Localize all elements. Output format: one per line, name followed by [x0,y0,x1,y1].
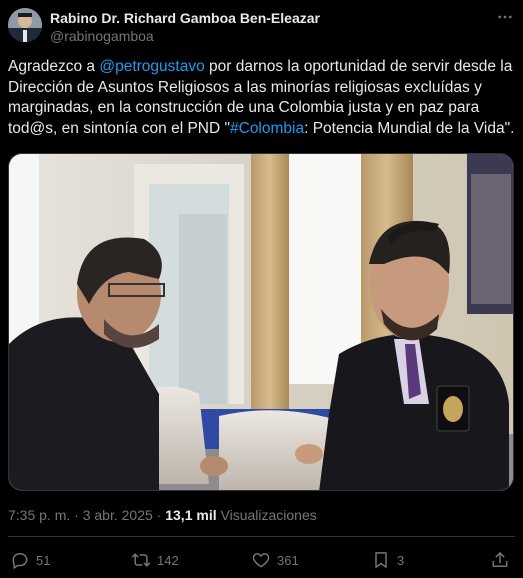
heart-icon [252,553,270,568]
retweet-button[interactable]: 142 [131,549,179,571]
more-options-button[interactable] [493,6,517,28]
retweet-count: 142 [157,552,179,568]
more-horizontal-icon [498,15,512,19]
tweet-card: Rabino Dr. Richard Gamboa Ben-Eleazar @r… [0,0,523,578]
reply-button[interactable]: 51 [10,549,50,571]
bookmark-icon [375,552,387,568]
tweet-text: Agradezco a @petrogustavo por darnos la … [8,57,518,139]
reply-icon [12,553,28,569]
share-icon [492,552,508,567]
divider [8,536,515,537]
mention-link[interactable]: @petrogustavo [99,58,204,75]
author-handle[interactable]: @rabinogamboa [50,28,154,44]
like-button[interactable]: 361 [251,549,299,571]
photo-illustration [9,154,513,490]
tweet-date[interactable]: 3 abr. 2025 [83,507,153,523]
retweet-icon [131,553,151,567]
meta-separator: · [152,507,166,523]
meta-separator: · [70,507,83,523]
tweet-meta: 7:35 p. m. · 3 abr. 2025 · 13,1 mil Visu… [8,507,317,523]
bookmark-button[interactable]: 3 [371,549,404,571]
tweet-text-part: : Potencia Mundial de la Vida". [304,119,515,137]
views-label: Visualizaciones [216,507,317,523]
avatar[interactable] [8,8,42,42]
reply-count: 51 [36,552,51,568]
bookmark-count: 3 [397,552,405,568]
author-name[interactable]: Rabino Dr. Richard Gamboa Ben-Eleazar [50,10,320,26]
like-count: 361 [277,552,299,568]
hashtag-link[interactable]: #Colombia [230,120,304,137]
tweet-text-part: Agradezco a [8,58,100,75]
views-count: 13,1 mil [165,507,217,523]
tweet-photo[interactable] [8,153,514,491]
tweet-time[interactable]: 7:35 p. m. [8,507,70,523]
avatar-image [8,8,42,42]
share-button[interactable] [490,549,510,571]
